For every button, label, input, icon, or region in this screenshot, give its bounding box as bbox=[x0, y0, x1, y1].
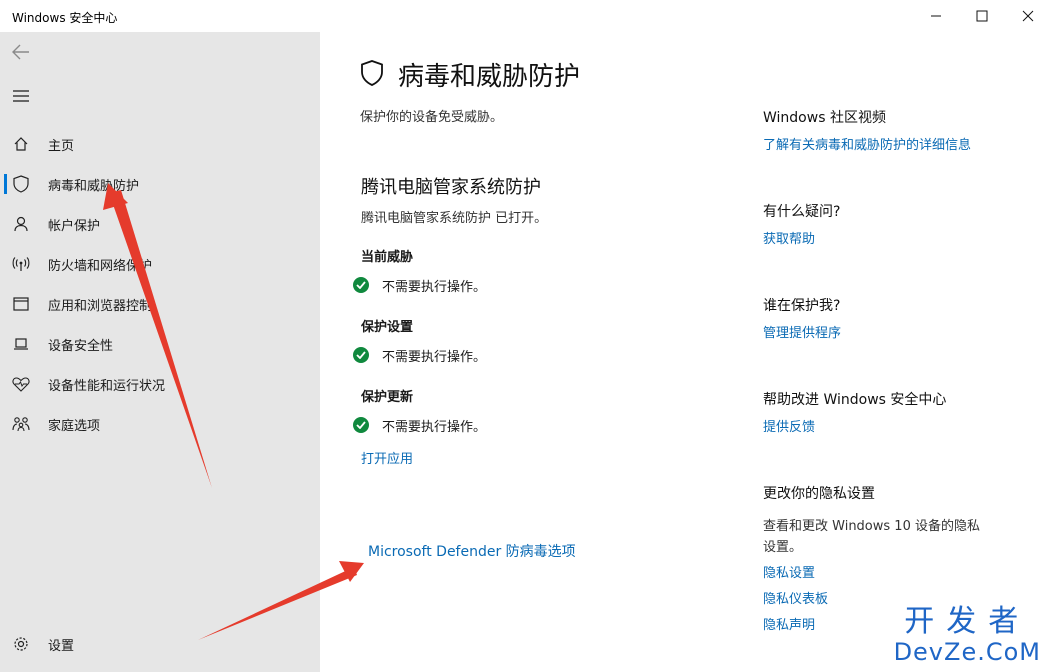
learn-more-link[interactable]: 了解有关病毒和威胁防护的详细信息 bbox=[763, 134, 971, 153]
hamburger-menu-button[interactable] bbox=[12, 87, 30, 105]
laptop-icon bbox=[12, 335, 30, 353]
minimize-button[interactable] bbox=[913, 0, 959, 32]
sidebar-item-device-performance[interactable]: 设备性能和运行状况 bbox=[0, 364, 320, 404]
sidebar-item-label: 家庭选项 bbox=[48, 419, 101, 434]
privacy-dashboard-link[interactable]: 隐私仪表板 bbox=[763, 588, 828, 607]
back-button[interactable] bbox=[12, 43, 30, 61]
question-heading: 有什么疑问? bbox=[763, 204, 841, 220]
maximize-button[interactable] bbox=[959, 0, 1005, 32]
home-icon bbox=[12, 135, 30, 153]
sidebar-item-label: 设备性能和运行状况 bbox=[48, 379, 166, 394]
maximize-icon bbox=[976, 10, 988, 22]
provider-title: 腾讯电脑管家系统防护 bbox=[361, 177, 541, 198]
sidebar-item-label: 帐户保护 bbox=[48, 219, 101, 234]
privacy-description: 查看和更改 Windows 10 设备的隐私 bbox=[763, 519, 980, 534]
section-status: 不需要执行操作。 bbox=[382, 350, 487, 365]
watermark-cn: 开发者 bbox=[904, 604, 1031, 639]
manage-providers-link[interactable]: 管理提供程序 bbox=[763, 322, 841, 341]
window-title: Windows 安全中心 bbox=[12, 11, 118, 25]
heart-icon bbox=[12, 375, 30, 393]
sidebar-item-label: 设备安全性 bbox=[48, 339, 114, 354]
sidebar-item-app-browser-control[interactable]: 应用和浏览器控制 bbox=[0, 284, 320, 324]
defender-options-link[interactable]: Microsoft Defender 防病毒选项 bbox=[368, 541, 576, 561]
sidebar-item-virus-protection[interactable]: 病毒和威胁防护 bbox=[0, 164, 320, 204]
section-status: 不需要执行操作。 bbox=[382, 280, 487, 295]
section-heading-current-threats: 当前威胁 bbox=[361, 250, 414, 265]
privacy-description-cont: 设置。 bbox=[763, 540, 803, 555]
section-heading-protection-settings: 保护设置 bbox=[361, 320, 414, 335]
sidebar-item-family-options[interactable]: 家庭选项 bbox=[0, 404, 320, 444]
sidebar-item-device-security[interactable]: 设备安全性 bbox=[0, 324, 320, 364]
sidebar-item-settings[interactable]: 设置 bbox=[0, 624, 320, 664]
check-circle-icon bbox=[353, 277, 369, 293]
section-status: 不需要执行操作。 bbox=[382, 420, 487, 435]
back-arrow-icon bbox=[12, 44, 29, 60]
minimize-icon bbox=[931, 15, 941, 17]
sidebar: 主页 病毒和威胁防护 帐户保护 防火墙和网络保护 应用和浏览器控制 设备安全性 bbox=[0, 32, 320, 672]
privacy-heading: 更改你的隐私设置 bbox=[763, 486, 875, 502]
community-heading: Windows 社区视频 bbox=[763, 110, 886, 126]
page-title-shield-icon bbox=[360, 59, 384, 91]
antenna-icon bbox=[12, 255, 30, 273]
gear-icon bbox=[12, 635, 30, 653]
sidebar-item-label: 防火墙和网络保护 bbox=[48, 259, 153, 274]
sidebar-item-firewall[interactable]: 防火墙和网络保护 bbox=[0, 244, 320, 284]
watermark-logo: 开发者 DevZe.CoM bbox=[893, 604, 1041, 667]
close-icon bbox=[1022, 10, 1034, 22]
page-subtitle: 保护你的设备免受威胁。 bbox=[360, 110, 504, 125]
give-feedback-link[interactable]: 提供反馈 bbox=[763, 416, 815, 435]
watermark-en: DevZe.CoM bbox=[893, 638, 1041, 666]
privacy-settings-link[interactable]: 隐私设置 bbox=[763, 562, 815, 581]
who-protects-heading: 谁在保护我? bbox=[763, 298, 841, 314]
page-title: 病毒和威胁防护 bbox=[398, 62, 581, 92]
person-icon bbox=[12, 215, 30, 233]
sidebar-item-label: 病毒和威胁防护 bbox=[48, 179, 140, 194]
shield-icon bbox=[12, 175, 30, 193]
section-heading-protection-updates: 保护更新 bbox=[361, 390, 414, 405]
improve-heading: 帮助改进 Windows 安全中心 bbox=[763, 392, 947, 408]
sidebar-item-label: 主页 bbox=[48, 139, 75, 154]
selection-indicator bbox=[4, 174, 7, 194]
check-circle-icon bbox=[353, 347, 369, 363]
main-content: 病毒和威胁防护 保护你的设备免受威胁。 腾讯电脑管家系统防护 腾讯电脑管家系统防… bbox=[320, 32, 1051, 672]
sidebar-item-label: 应用和浏览器控制 bbox=[48, 299, 153, 314]
privacy-statement-link[interactable]: 隐私声明 bbox=[763, 614, 815, 633]
sidebar-item-account-protection[interactable]: 帐户保护 bbox=[0, 204, 320, 244]
hamburger-icon bbox=[13, 90, 29, 102]
title-bar: Windows 安全中心 bbox=[0, 0, 1051, 32]
check-circle-icon bbox=[353, 417, 369, 433]
app-window-icon bbox=[12, 295, 30, 313]
family-icon bbox=[12, 415, 30, 433]
open-app-link[interactable]: 打开应用 bbox=[361, 448, 413, 467]
sidebar-item-label: 设置 bbox=[48, 639, 75, 654]
sidebar-item-home[interactable]: 主页 bbox=[0, 124, 320, 164]
provider-status: 腾讯电脑管家系统防护 已打开。 bbox=[361, 211, 548, 226]
close-button[interactable] bbox=[1005, 0, 1051, 32]
get-help-link[interactable]: 获取帮助 bbox=[763, 228, 815, 247]
